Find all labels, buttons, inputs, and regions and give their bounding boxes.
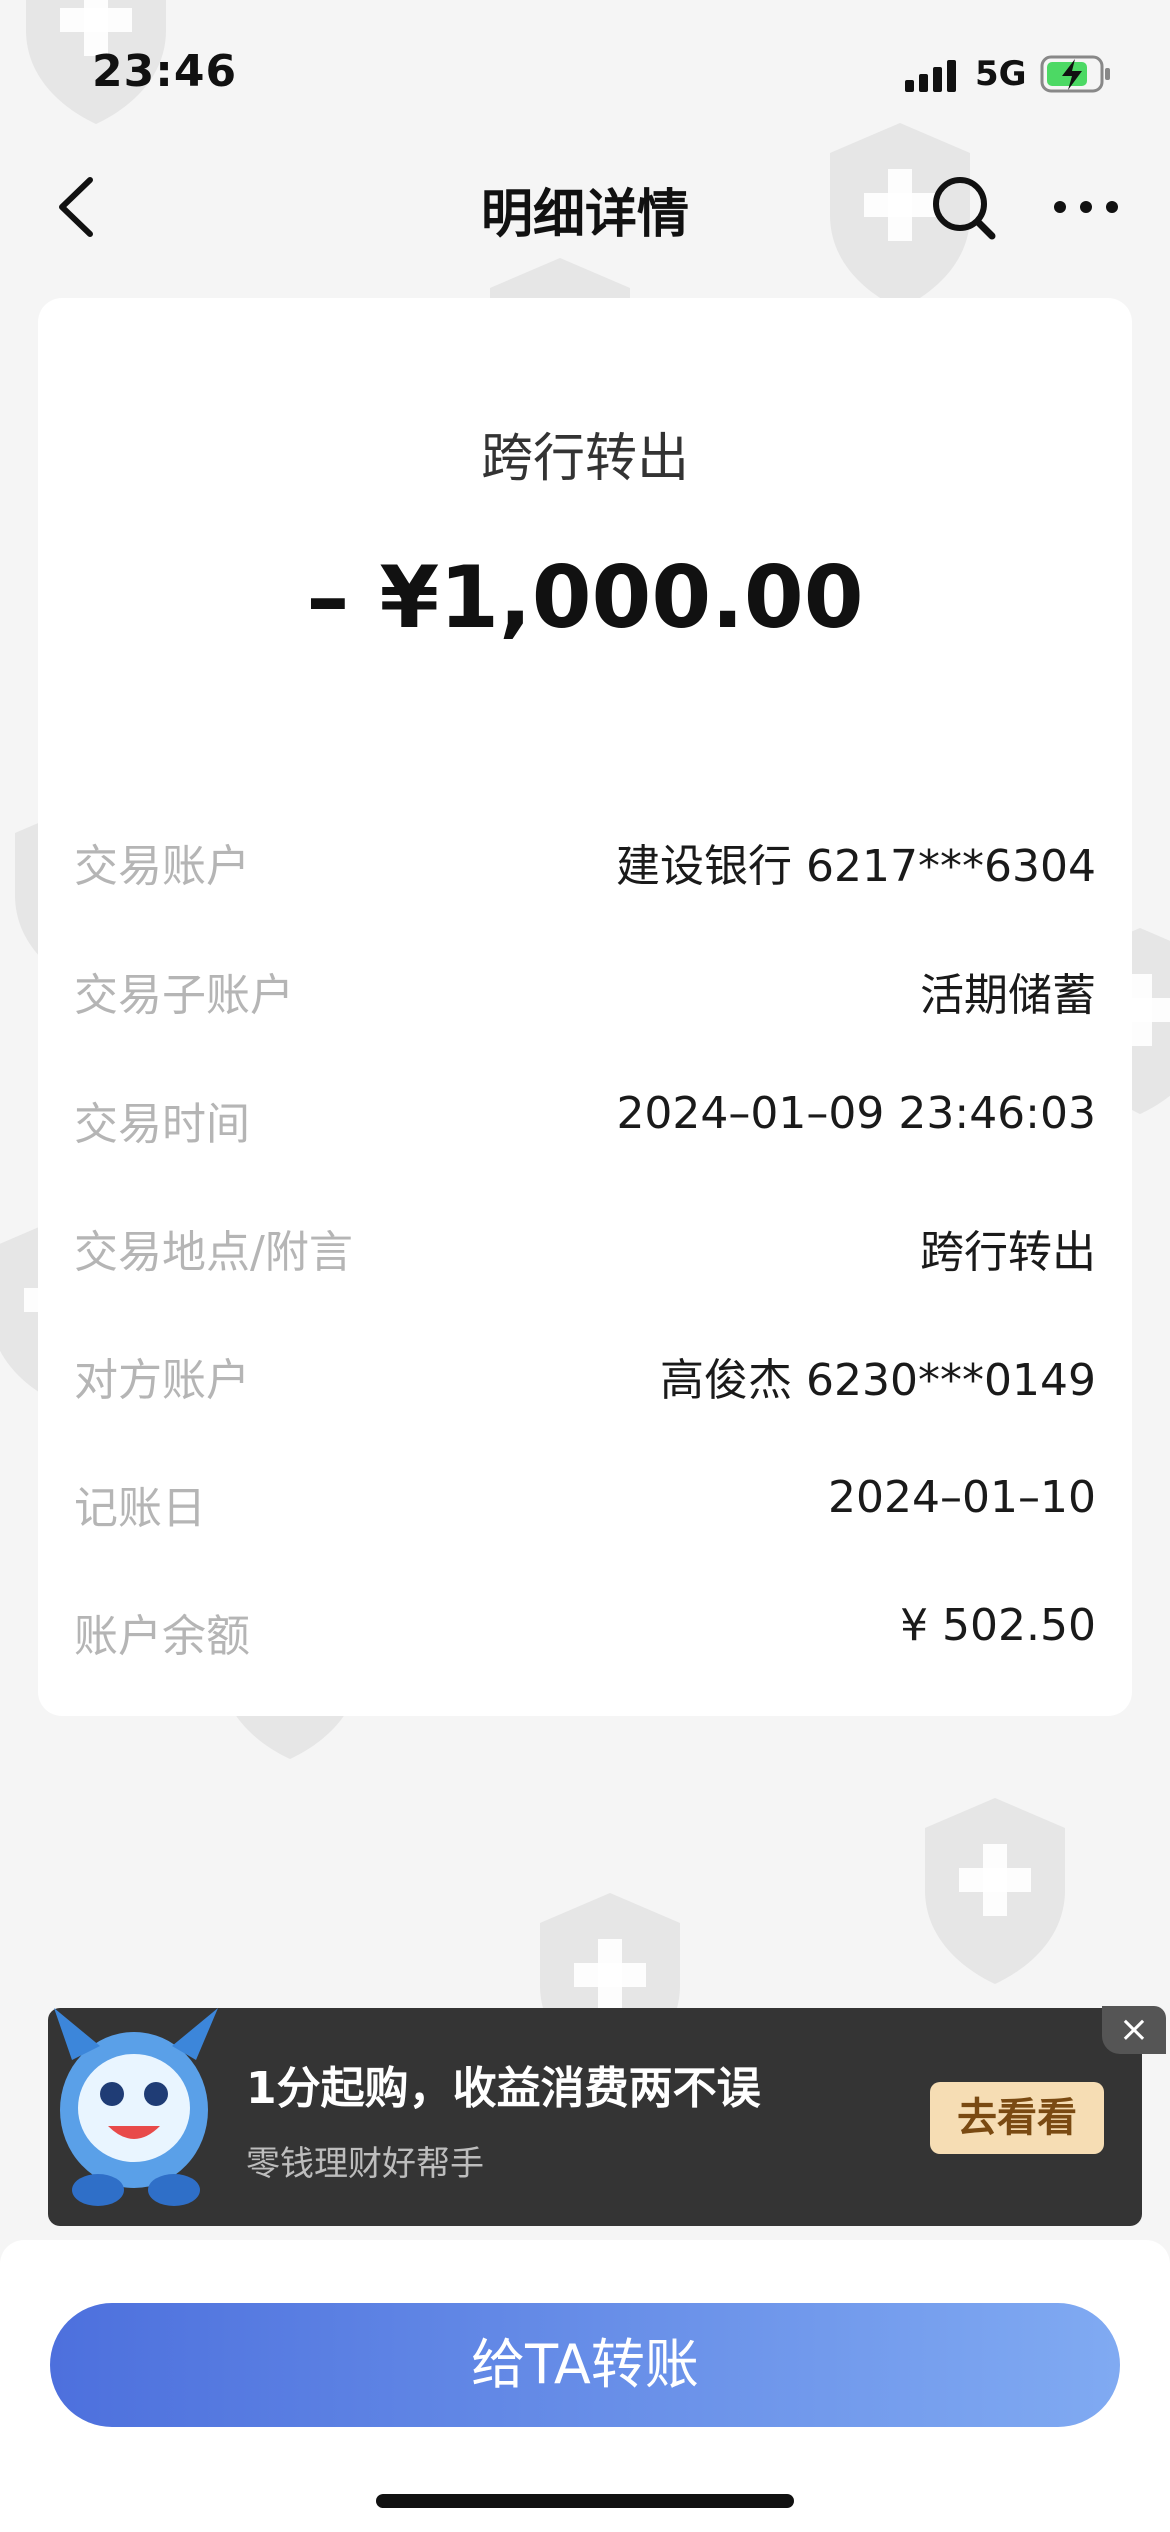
detail-label: 交易子账户 bbox=[74, 970, 294, 1021]
detail-row: 交易地点/附言 跨行转出 bbox=[74, 1204, 1096, 1278]
transaction-detail-card: 跨行转出 – ¥1,000.00 交易账户 建设银行 6217***6304 交… bbox=[38, 298, 1132, 1716]
mascot-icon bbox=[54, 2008, 218, 2206]
network-type: 5G bbox=[975, 54, 1027, 94]
detail-row: 交易时间 2024–01–09 23:46:03 bbox=[74, 1076, 1096, 1150]
detail-value: 建设银行 6217***6304 bbox=[616, 841, 1096, 892]
detail-value: 跨行转出 bbox=[920, 1227, 1096, 1278]
navigation-bar: 明细详情 bbox=[0, 150, 1170, 270]
bottom-action-panel: 给TA转账 bbox=[0, 2240, 1170, 2532]
home-indicator[interactable] bbox=[376, 2494, 794, 2508]
detail-label: 交易账户 bbox=[74, 841, 250, 892]
detail-label: 账户余额 bbox=[74, 1611, 250, 1662]
promo-view-button[interactable]: 去看看 bbox=[930, 2082, 1104, 2154]
detail-row: 交易账户 建设银行 6217***6304 bbox=[74, 818, 1096, 892]
detail-row: 账户余额 ¥ 502.50 bbox=[74, 1588, 1096, 1662]
detail-value: ¥ 502.50 bbox=[900, 1600, 1096, 1651]
transaction-type: 跨行转出 bbox=[480, 429, 689, 489]
detail-row: 对方账户 高俊杰 6230***0149 bbox=[74, 1332, 1096, 1406]
detail-label: 交易地点/附言 bbox=[74, 1227, 353, 1278]
detail-value: 高俊杰 6230***0149 bbox=[660, 1355, 1096, 1406]
transaction-amount: – ¥1,000.00 bbox=[306, 548, 864, 648]
detail-row: 记账日 2024–01–10 bbox=[74, 1460, 1096, 1534]
promo-subtitle: 零钱理财好帮手 bbox=[246, 2144, 484, 2184]
status-bar: 23:46 5G bbox=[0, 0, 1170, 140]
transfer-to-them-button[interactable]: 给TA转账 bbox=[50, 2303, 1120, 2427]
detail-label: 对方账户 bbox=[74, 1355, 250, 1406]
more-icon[interactable] bbox=[1050, 192, 1122, 222]
promo-banner[interactable]: 1分起购，收益消费两不误 零钱理财好帮手 去看看 × bbox=[48, 2006, 1166, 2226]
close-icon[interactable]: × bbox=[1102, 2006, 1166, 2054]
detail-value: 2024–01–10 bbox=[828, 1472, 1096, 1523]
detail-label: 记账日 bbox=[74, 1483, 206, 1534]
search-icon[interactable] bbox=[928, 172, 1000, 244]
detail-value: 活期储蓄 bbox=[920, 970, 1096, 1021]
detail-value: 2024–01–09 23:46:03 bbox=[616, 1088, 1096, 1139]
promo-title: 1分起购，收益消费两不误 bbox=[246, 2063, 761, 2114]
signal-icon bbox=[905, 60, 956, 92]
detail-label: 交易时间 bbox=[74, 1099, 250, 1150]
status-time: 23:46 bbox=[92, 46, 238, 97]
battery-charging-icon bbox=[1040, 55, 1110, 93]
detail-row: 交易子账户 活期储蓄 bbox=[74, 947, 1096, 1021]
